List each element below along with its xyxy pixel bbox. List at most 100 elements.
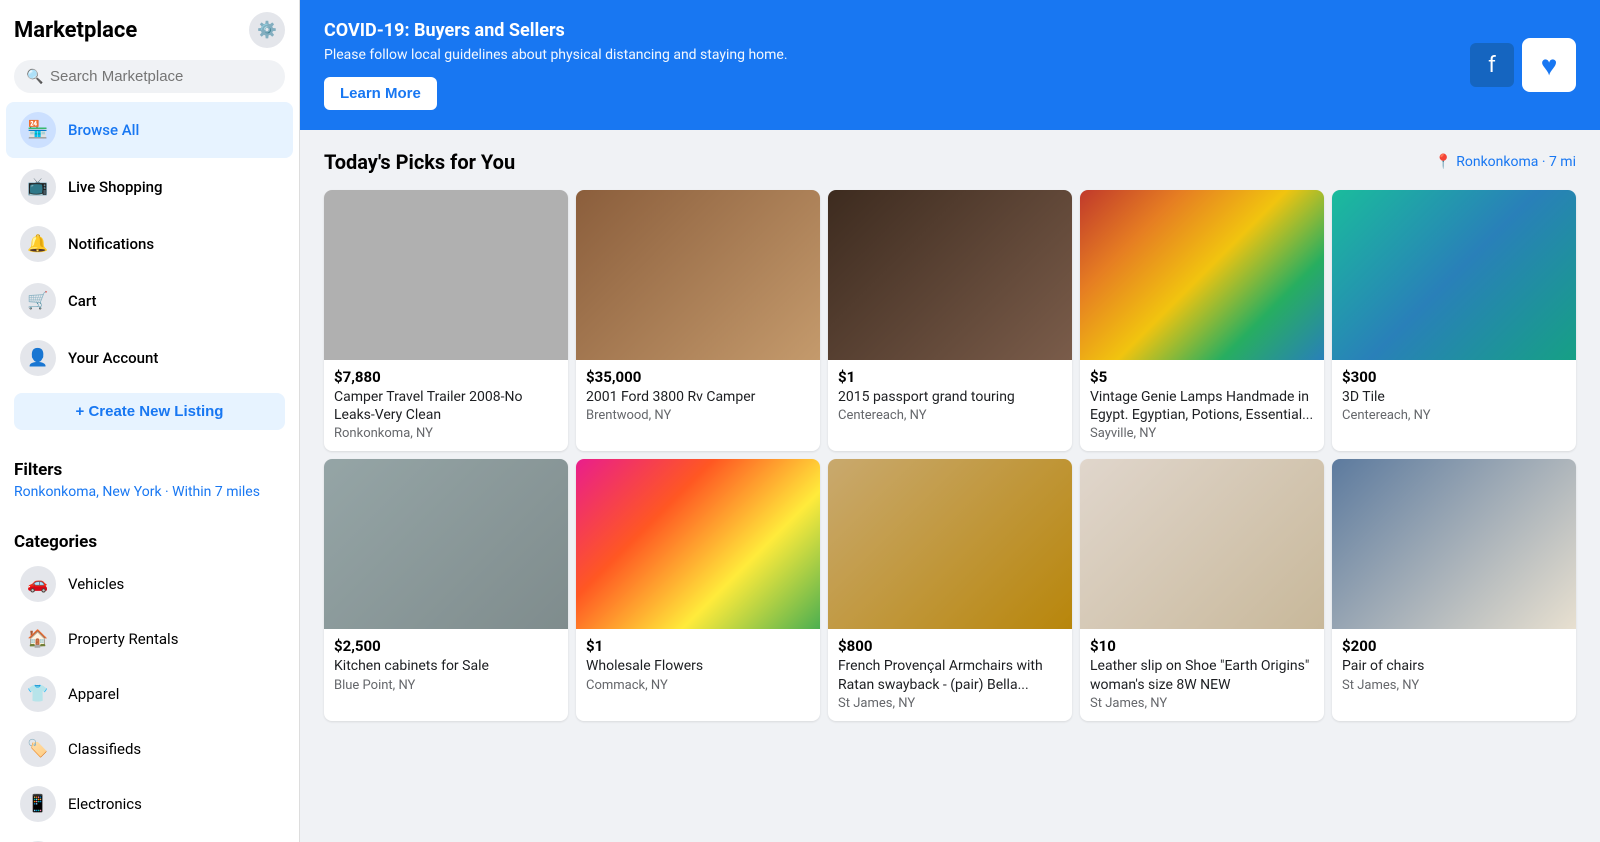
category-icon-classifieds: 🏷️ — [20, 731, 56, 767]
sidebar: Marketplace ⚙️ 🔍 🏪 Browse All 📺 Live Sho… — [0, 0, 300, 842]
product-info: $5 Vintage Genie Lamps Handmade in Egypt… — [1080, 360, 1324, 451]
picks-section: Today's Picks for You 📍 Ronkonkoma · 7 m… — [300, 130, 1600, 749]
category-label-classifieds: Classifieds — [68, 740, 141, 758]
covid-icons: f ♥ — [1470, 38, 1576, 92]
heart-icon: ♥ — [1522, 38, 1576, 92]
category-icon-electronics: 📱 — [20, 786, 56, 822]
product-info: $2,500 Kitchen cabinets for Sale Blue Po… — [324, 629, 568, 702]
nav-icon-notifications: 🔔 — [20, 226, 56, 262]
picks-title: Today's Picks for You — [324, 150, 515, 174]
learn-more-button[interactable]: Learn More — [324, 77, 437, 110]
search-icon: 🔍 — [26, 69, 43, 85]
product-name: Camper Travel Trailer 2008-No Leaks-Very… — [334, 388, 558, 424]
covid-title: COVID-19: Buyers and Sellers — [324, 20, 788, 41]
product-name: 3D Tile — [1342, 388, 1566, 406]
product-info: $200 Pair of chairs St James, NY — [1332, 629, 1576, 702]
facebook-icon: f — [1470, 43, 1514, 87]
category-item-vehicles[interactable]: 🚗 Vehicles — [6, 557, 293, 611]
product-info: $1 2015 passport grand touring Centereac… — [828, 360, 1072, 433]
product-image — [1332, 190, 1576, 360]
nav-items: 🏪 Browse All 📺 Live Shopping 🔔 Notificat… — [0, 101, 299, 387]
product-card[interactable]: $5 Vintage Genie Lamps Handmade in Egypt… — [1080, 190, 1324, 451]
category-label-property-rentals: Property Rentals — [68, 630, 178, 648]
product-name: 2015 passport grand touring — [838, 388, 1062, 406]
product-location: St James, NY — [1090, 696, 1314, 711]
nav-label-notifications: Notifications — [68, 235, 154, 253]
sidebar-item-cart[interactable]: 🛒 Cart — [6, 273, 293, 329]
search-box: 🔍 — [14, 60, 285, 93]
category-item-property-rentals[interactable]: 🏠 Property Rentals — [6, 612, 293, 666]
product-card[interactable]: $35,000 2001 Ford 3800 Rv Camper Brentwo… — [576, 190, 820, 451]
product-image — [324, 459, 568, 629]
sidebar-item-notifications[interactable]: 🔔 Notifications — [6, 216, 293, 272]
filter-location[interactable]: Ronkonkoma, New York · Within 7 miles — [14, 484, 285, 500]
categories-title: Categories — [0, 524, 299, 556]
product-card[interactable]: $10 Leather slip on Shoe "Earth Origins"… — [1080, 459, 1324, 720]
product-price: $800 — [838, 637, 1062, 655]
product-location: Centereach, NY — [1342, 408, 1566, 423]
product-info: $800 French Provençal Armchairs with Rat… — [828, 629, 1072, 720]
category-item-entertainment[interactable]: 👥 Entertainment — [6, 832, 293, 842]
product-name: Leather slip on Shoe "Earth Origins" wom… — [1090, 657, 1314, 693]
category-item-apparel[interactable]: 👕 Apparel — [6, 667, 293, 721]
category-label-vehicles: Vehicles — [68, 575, 124, 593]
nav-icon-live-shopping: 📺 — [20, 169, 56, 205]
category-icon-vehicles: 🚗 — [20, 566, 56, 602]
product-image — [576, 190, 820, 360]
product-card[interactable]: $200 Pair of chairs St James, NY — [1332, 459, 1576, 720]
product-card[interactable]: $1 2015 passport grand touring Centereac… — [828, 190, 1072, 451]
product-image — [828, 459, 1072, 629]
product-price: $1 — [838, 368, 1062, 386]
sidebar-item-live-shopping[interactable]: 📺 Live Shopping — [6, 159, 293, 215]
sidebar-header: Marketplace ⚙️ — [0, 0, 299, 54]
product-grid-row1: $7,880 Camper Travel Trailer 2008-No Lea… — [324, 190, 1576, 451]
sidebar-item-browse-all[interactable]: 🏪 Browse All — [6, 102, 293, 158]
category-icon-apparel: 👕 — [20, 676, 56, 712]
covid-text: COVID-19: Buyers and Sellers Please foll… — [324, 20, 788, 110]
product-name: Pair of chairs — [1342, 657, 1566, 675]
product-card[interactable]: $800 French Provençal Armchairs with Rat… — [828, 459, 1072, 720]
product-price: $5 — [1090, 368, 1314, 386]
product-image — [1080, 190, 1324, 360]
search-input[interactable] — [14, 60, 285, 93]
category-icon-property-rentals: 🏠 — [20, 621, 56, 657]
product-card[interactable]: $300 3D Tile Centereach, NY — [1332, 190, 1576, 451]
category-item-electronics[interactable]: 📱 Electronics — [6, 777, 293, 831]
category-item-classifieds[interactable]: 🏷️ Classifieds — [6, 722, 293, 776]
category-label-apparel: Apparel — [68, 685, 119, 703]
categories-list: 🚗 Vehicles 🏠 Property Rentals 👕 Apparel … — [0, 556, 299, 842]
product-card[interactable]: $2,500 Kitchen cabinets for Sale Blue Po… — [324, 459, 568, 720]
product-image — [576, 459, 820, 629]
location-text: Ronkonkoma · 7 mi — [1456, 154, 1576, 170]
product-name: Wholesale Flowers — [586, 657, 810, 675]
nav-icon-your-account: 👤 — [20, 340, 56, 376]
product-name: French Provençal Armchairs with Ratan sw… — [838, 657, 1062, 693]
main-content: COVID-19: Buyers and Sellers Please foll… — [300, 0, 1600, 842]
location-label: 📍 Ronkonkoma · 7 mi — [1435, 154, 1576, 170]
product-price: $35,000 — [586, 368, 810, 386]
product-location: St James, NY — [1342, 678, 1566, 693]
product-image — [324, 190, 568, 360]
sidebar-title-text: Marketplace — [14, 18, 137, 43]
filter-section: Filters Ronkonkoma, New York · Within 7 … — [0, 452, 299, 508]
product-card[interactable]: $1 Wholesale Flowers Commack, NY — [576, 459, 820, 720]
product-location: Sayville, NY — [1090, 426, 1314, 441]
product-image — [828, 190, 1072, 360]
product-location: St James, NY — [838, 696, 1062, 711]
covid-banner: COVID-19: Buyers and Sellers Please foll… — [300, 0, 1600, 130]
product-location: Ronkonkoma, NY — [334, 426, 558, 441]
product-price: $300 — [1342, 368, 1566, 386]
product-location: Blue Point, NY — [334, 678, 558, 693]
picks-header: Today's Picks for You 📍 Ronkonkoma · 7 m… — [324, 150, 1576, 174]
nav-icon-cart: 🛒 — [20, 283, 56, 319]
product-location: Centereach, NY — [838, 408, 1062, 423]
product-info: $300 3D Tile Centereach, NY — [1332, 360, 1576, 433]
product-info: $35,000 2001 Ford 3800 Rv Camper Brentwo… — [576, 360, 820, 433]
create-listing-button[interactable]: + Create New Listing — [14, 393, 285, 430]
sidebar-item-your-account[interactable]: 👤 Your Account — [6, 330, 293, 386]
covid-description: Please follow local guidelines about phy… — [324, 47, 788, 63]
product-grid-row2: $2,500 Kitchen cabinets for Sale Blue Po… — [324, 459, 1576, 720]
gear-button[interactable]: ⚙️ — [249, 12, 285, 48]
product-card[interactable]: $7,880 Camper Travel Trailer 2008-No Lea… — [324, 190, 568, 451]
filters-title: Filters — [14, 460, 285, 480]
